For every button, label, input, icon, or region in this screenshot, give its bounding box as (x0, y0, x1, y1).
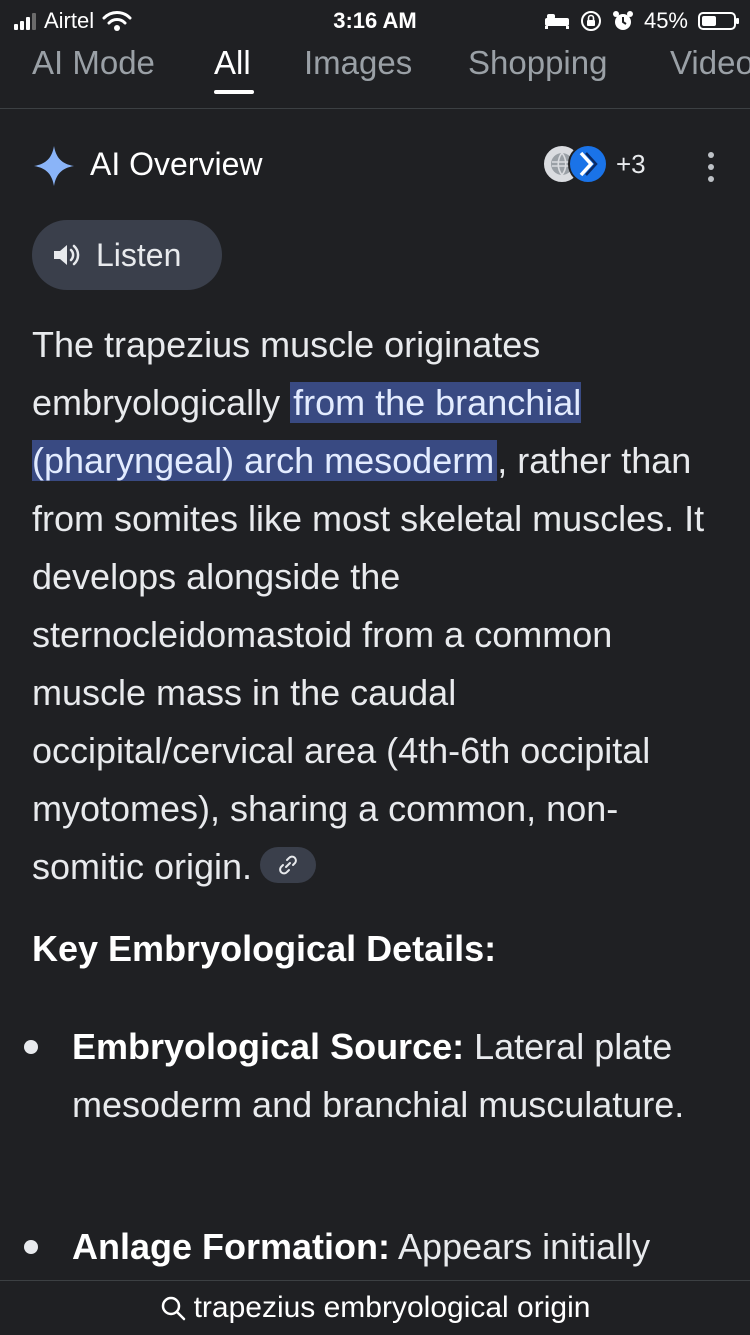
alarm-icon (612, 11, 633, 30)
sources-count: +3 (616, 148, 646, 179)
bullet-label: Anlage Formation: (72, 1226, 391, 1267)
ai-overview-header: AI Overview +3 (32, 140, 722, 192)
overview-paragraph: The trapezius muscle originates embryolo… (32, 316, 722, 896)
status-bar: Airtel 3:16 AM 45% (0, 0, 750, 40)
bullet-text: Appears initially (390, 1226, 651, 1267)
bullet-dot (24, 1040, 38, 1054)
section-heading: Key Embryological Details: (32, 928, 497, 969)
listen-button[interactable]: Listen (32, 220, 222, 290)
sparkle-icon (34, 146, 74, 186)
tab-ai-mode[interactable]: AI Mode (32, 44, 155, 82)
chevron-right-icon (568, 144, 608, 184)
bottom-search-bar[interactable]: trapezius embryological origin (0, 1280, 750, 1335)
overview-text-end: , rather than from somites like most ske… (32, 440, 705, 887)
link-icon (279, 856, 297, 875)
orientation-lock-icon (580, 11, 601, 31)
battery-percent: 45% (643, 8, 688, 33)
bullet-dot (24, 1240, 38, 1254)
tab-shopping[interactable]: Shopping (468, 44, 607, 82)
active-tab-indicator (214, 90, 254, 94)
ai-overview-title: AI Overview (90, 146, 263, 182)
sleep-icon (544, 14, 569, 29)
listen-label: Listen (96, 236, 182, 273)
more-options-icon[interactable] (708, 152, 716, 182)
tab-images[interactable]: Images (304, 44, 412, 82)
tab-all[interactable]: All (214, 44, 251, 82)
source-favicons[interactable]: +3 (542, 144, 646, 184)
battery-icon (698, 12, 739, 30)
status-right: 45% (544, 8, 739, 34)
list-item: Embryological Source: Lateral plate meso… (72, 1018, 722, 1134)
search-query: trapezius embryological origin (193, 1291, 591, 1324)
source-link-chip[interactable] (260, 847, 317, 884)
list-item: Anlage Formation: Appears initially (72, 1218, 722, 1276)
search-icon (161, 1296, 185, 1321)
tab-videos[interactable]: Videos (670, 44, 750, 82)
search-tabs: AI Mode All Images Shopping Videos (0, 40, 750, 109)
bullet-label: Embryological Source: (72, 1026, 465, 1067)
speaker-icon (54, 244, 80, 266)
